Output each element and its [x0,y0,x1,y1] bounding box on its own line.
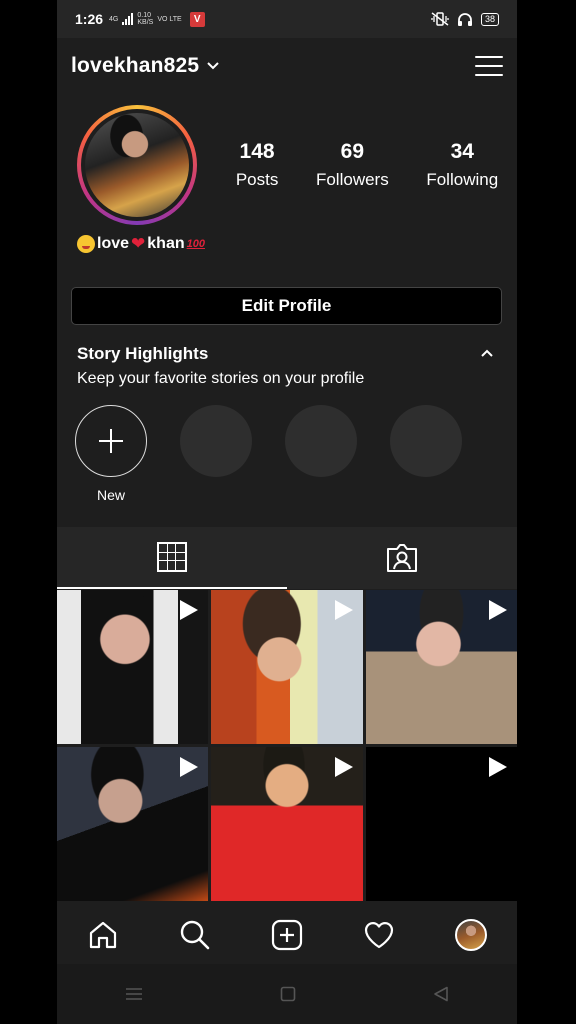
profile-avatar [81,109,193,221]
highlight-placeholder [390,405,462,477]
profile-avatar-small [455,919,487,951]
heart-emoji-icon: ❤ [131,234,146,253]
status-bar: 1:26 4G 0.10 KB/S VO LTE V 38 [57,0,517,38]
post-thumbnail[interactable] [57,747,209,901]
new-highlight-button[interactable] [75,405,147,477]
stat-followers-count: 69 [340,140,365,163]
story-highlights-subtitle: Keep your favorite stories on your profi… [77,370,365,387]
bio-text-1: love [97,235,130,252]
video-play-icon [488,600,507,620]
profile-bio: love ❤ khan 100 [77,234,205,254]
activity-heart-icon [364,922,394,949]
profile-tabs [57,527,517,589]
post-thumbnail[interactable] [57,590,209,744]
stat-following[interactable]: 34 Following [426,140,498,190]
post-thumbnail[interactable] [365,747,517,901]
post-thumbnail[interactable] [211,747,363,901]
recent-apps-icon[interactable] [125,987,143,1001]
video-play-icon [488,757,507,777]
network-speed-unit: KB/S [137,19,154,26]
stat-followers-label: Followers [315,170,389,189]
yum-emoji-icon [77,235,95,253]
nav-home[interactable] [83,915,123,955]
add-post-icon [271,919,303,951]
home-icon [89,921,117,949]
video-play-icon [180,757,199,777]
post-thumbnail[interactable] [365,590,517,744]
grid-icon [157,542,187,572]
video-play-icon [334,757,353,777]
video-play-icon [180,600,199,620]
profile-stats: 148 Posts 69 Followers 34 Following [217,140,517,190]
hundred-points-emoji-icon: 100 [186,238,205,250]
stat-following-label: Following [426,170,499,189]
stat-posts-count: 148 [239,140,275,163]
bottom-navigation [57,906,517,964]
network-type: 4G [109,16,118,23]
tab-tagged[interactable] [287,527,517,589]
stat-following-count: 34 [450,140,474,163]
home-button-icon[interactable] [280,986,296,1002]
signal-icon [122,13,134,25]
profile-avatar-ring[interactable] [77,105,197,225]
posts-grid [57,590,517,906]
vibrate-mute-icon [431,12,449,26]
hamburger-menu-icon[interactable] [475,54,503,78]
status-time: 1:26 [75,11,104,27]
chevron-down-icon[interactable] [207,59,219,73]
status-right: 38 [431,12,499,27]
headphones-icon [457,12,472,26]
bio-text-2: khan [147,235,185,252]
stat-posts[interactable]: 148 Posts [236,140,279,190]
network-speed: 0.10 KB/S [137,12,153,26]
edit-profile-button[interactable]: Edit Profile [71,287,502,325]
new-highlight-label: New [96,487,125,503]
phone-screen: 1:26 4G 0.10 KB/S VO LTE V 38 lovekhan82… [57,0,517,1024]
network-speed-value: 0.10 [137,12,151,19]
network-type-label: 4G [109,15,119,23]
stat-posts-label: Posts [235,170,279,189]
nav-activity[interactable] [359,915,399,955]
nav-new-post[interactable] [267,915,307,955]
search-icon [180,920,210,950]
video-play-icon [334,600,353,620]
profile-header: lovekhan825 [57,38,517,94]
profile-photo [85,113,189,217]
story-highlights-title: Story Highlights [77,344,209,363]
volte-indicator: VO LTE [157,15,182,23]
collapse-highlights-icon[interactable] [481,344,493,360]
tab-grid-posts[interactable] [57,527,287,589]
post-thumbnail[interactable] [211,590,363,744]
nav-profile[interactable] [451,915,491,955]
tagged-person-icon [387,544,417,572]
battery-icon: 38 [480,12,499,26]
highlight-placeholder [180,405,252,477]
plus-icon [99,429,123,453]
nav-search[interactable] [175,915,215,955]
vidmate-notification-icon: V [189,11,205,27]
highlight-placeholder [285,405,357,477]
system-navigation-bar [57,964,517,1024]
stat-followers[interactable]: 69 Followers [316,140,389,190]
back-icon[interactable] [433,986,449,1002]
username-switcher[interactable]: lovekhan825 [71,54,199,78]
